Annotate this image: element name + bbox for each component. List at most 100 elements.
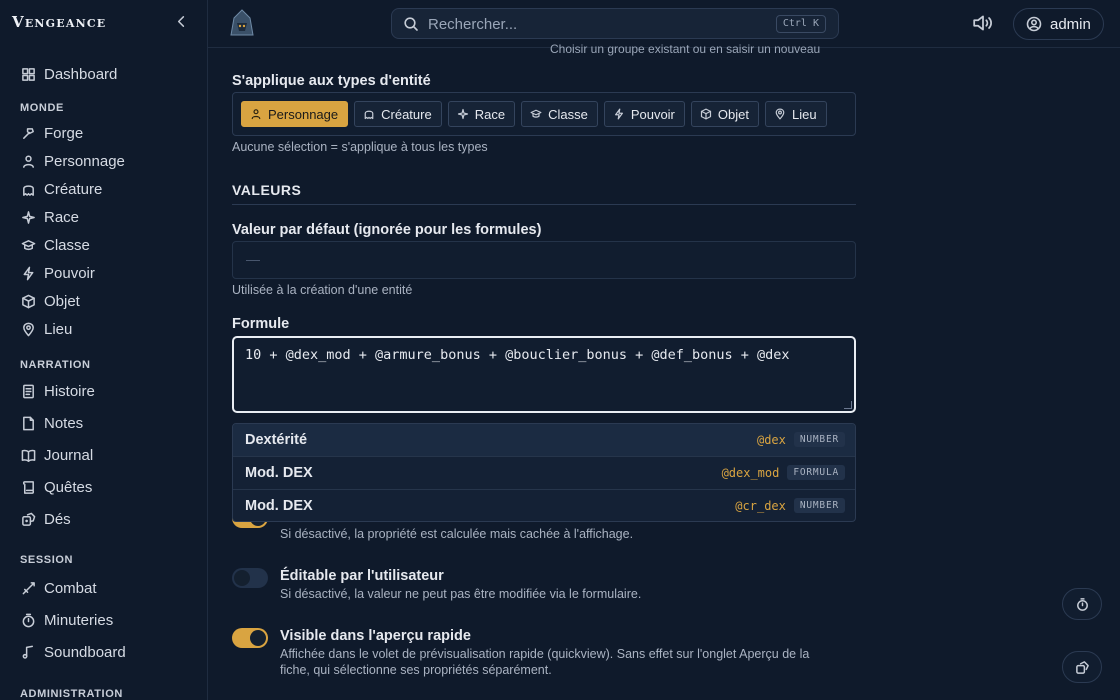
sidebar-section-administration: ADMINISTRATION: [20, 688, 123, 700]
sidebar-item-soundboard[interactable]: Soundboard: [0, 636, 207, 668]
option-type-badge: FORMULA: [787, 465, 845, 480]
sidebar-item-label: Dés: [44, 510, 71, 528]
search-input[interactable]: Rechercher... Ctrl K: [391, 8, 839, 39]
sidebar-item-forge[interactable]: Forge: [0, 119, 207, 147]
sidebar-item-label: Classe: [44, 236, 90, 254]
dashboard-icon: [20, 66, 36, 82]
entity-type-chip-creature[interactable]: Créature: [354, 101, 442, 127]
option-variable: @dex: [756, 432, 786, 447]
stopwatch-icon: [1076, 597, 1088, 611]
sidebar-item-label: Créature: [44, 180, 103, 198]
sidebar-item-histoire[interactable]: Histoire: [0, 375, 207, 407]
user-name: admin: [1050, 15, 1091, 33]
topbar: Rechercher... Ctrl K admin: [208, 0, 1120, 48]
option-type-badge: NUMBER: [793, 498, 845, 513]
default-value-label: Valeur par défaut (ignorée pour les form…: [232, 222, 542, 238]
resize-handle-icon[interactable]: [844, 401, 852, 409]
formula-text: 10 + @dex_mod + @armure_bonus + @bouclie…: [245, 347, 790, 363]
sidebar-item-label: Journal: [44, 446, 94, 464]
ghost-icon: [20, 181, 36, 197]
quickview-toggle-desc: Affichée dans le volet de prévisualisati…: [280, 647, 810, 677]
app-logo[interactable]: [228, 9, 256, 39]
lightning-icon: [20, 265, 36, 281]
note-icon: [20, 415, 36, 431]
sidebar-nav: Dashboard MONDE Forge Personnage Créatur…: [0, 58, 207, 700]
sword-icon: [20, 580, 36, 596]
sidebar-item-quetes[interactable]: Quêtes: [0, 471, 207, 503]
option-name: Mod. DEX: [245, 498, 313, 514]
entity-type-chip-race[interactable]: Race: [447, 101, 516, 127]
autocomplete-option[interactable]: Mod. DEX @dex_mod FORMULA: [233, 457, 855, 490]
sidebar-item-label: Quêtes: [44, 478, 93, 496]
hammer-icon: [20, 125, 36, 141]
editable-toggle[interactable]: [232, 568, 268, 588]
formula-textarea[interactable]: 10 + @dex_mod + @armure_bonus + @bouclie…: [232, 336, 856, 413]
entity-types-selector: Personnage Créature Race Classe Pouvoir: [232, 92, 856, 136]
sparkle-icon: [457, 108, 468, 120]
sidebar-item-label: Objet: [44, 292, 80, 310]
sidebar: Vengeance Dashboard MONDE Forge Personna…: [0, 0, 208, 700]
sidebar-item-des[interactable]: Dés: [0, 503, 207, 535]
user-icon: [20, 153, 36, 169]
timer-float-button[interactable]: [1062, 588, 1102, 620]
sidebar-item-label: Forge: [44, 124, 84, 142]
entity-type-chip-lieu[interactable]: Lieu: [764, 101, 827, 127]
sidebar-item-pouvoir[interactable]: Pouvoir: [0, 259, 207, 287]
timer-icon: [20, 612, 36, 628]
quickview-toggle[interactable]: [232, 628, 268, 648]
option-name: Mod. DEX: [245, 465, 313, 481]
default-value-placeholder: —: [246, 251, 260, 267]
sidebar-section-monde: MONDE: [20, 102, 64, 114]
sparkle-icon: [20, 209, 36, 225]
default-value-input[interactable]: —: [232, 241, 856, 279]
lightning-icon: [614, 108, 623, 120]
user-circle-icon: [1026, 16, 1042, 32]
group-hint: Choisir un groupe existant ou en saisir …: [550, 42, 821, 56]
sidebar-item-personnage[interactable]: Personnage: [0, 147, 207, 175]
entity-type-chip-pouvoir[interactable]: Pouvoir: [603, 101, 685, 127]
chip-label: Race: [474, 106, 506, 122]
sidebar-item-label: Personnage: [44, 152, 125, 170]
user-menu-button[interactable]: admin: [1013, 8, 1104, 40]
autocomplete-option[interactable]: Dextérité @dex NUMBER: [233, 424, 855, 457]
sidebar-item-classe[interactable]: Classe: [0, 231, 207, 259]
sidebar-item-label: Minuteries: [44, 611, 114, 629]
dice-float-button[interactable]: [1062, 651, 1102, 683]
sidebar-collapse-button[interactable]: [172, 14, 190, 32]
entity-type-chip-objet[interactable]: Objet: [690, 101, 759, 127]
sidebar-item-lieu[interactable]: Lieu: [0, 315, 207, 343]
sidebar-section-narration: NARRATION: [20, 359, 91, 371]
sidebar-item-minuteries[interactable]: Minuteries: [0, 604, 207, 636]
editable-toggle-desc: Si désactivé, la valeur ne peut pas être…: [280, 587, 642, 601]
graduation-cap-icon: [530, 109, 542, 118]
entity-type-chip-classe[interactable]: Classe: [521, 101, 598, 127]
autocomplete-option[interactable]: Mod. DEX @cr_dex NUMBER: [233, 490, 855, 521]
formula-autocomplete-dropdown: Dextérité @dex NUMBER Mod. DEX @dex_mod FO…: [232, 423, 856, 522]
scroll-icon: [20, 479, 36, 495]
entity-type-chip-personnage[interactable]: Personnage: [241, 101, 349, 127]
document-icon: [20, 383, 36, 399]
book-icon: [20, 447, 36, 463]
sidebar-item-label: Lieu: [44, 320, 73, 338]
chip-label: Pouvoir: [630, 106, 675, 122]
sidebar-item-creature[interactable]: Créature: [0, 175, 207, 203]
option-type-badge: NUMBER: [793, 432, 845, 447]
box-icon: [700, 108, 711, 120]
entity-types-hint: Aucune sélection = s'applique à tous les…: [232, 140, 488, 154]
sound-toggle-button[interactable]: [972, 13, 996, 35]
sidebar-item-label: Race: [44, 208, 80, 226]
sidebar-item-label: Soundboard: [44, 643, 126, 661]
dice-icon: [1075, 660, 1089, 674]
sidebar-item-journal[interactable]: Journal: [0, 439, 207, 471]
sidebar-section-session: SESSION: [20, 554, 74, 566]
music-note-icon: [20, 644, 36, 660]
sidebar-item-label: Pouvoir: [44, 264, 95, 282]
sidebar-item-combat[interactable]: Combat: [0, 572, 207, 604]
sidebar-item-dashboard[interactable]: Dashboard: [0, 58, 207, 90]
visible-toggle-desc: Si désactivé, la propriété est calculée …: [280, 527, 634, 541]
graduation-cap-icon: [20, 237, 36, 253]
search-placeholder: Rechercher...: [428, 16, 518, 33]
sidebar-item-race[interactable]: Race: [0, 203, 207, 231]
sidebar-item-notes[interactable]: Notes: [0, 407, 207, 439]
sidebar-item-objet[interactable]: Objet: [0, 287, 207, 315]
